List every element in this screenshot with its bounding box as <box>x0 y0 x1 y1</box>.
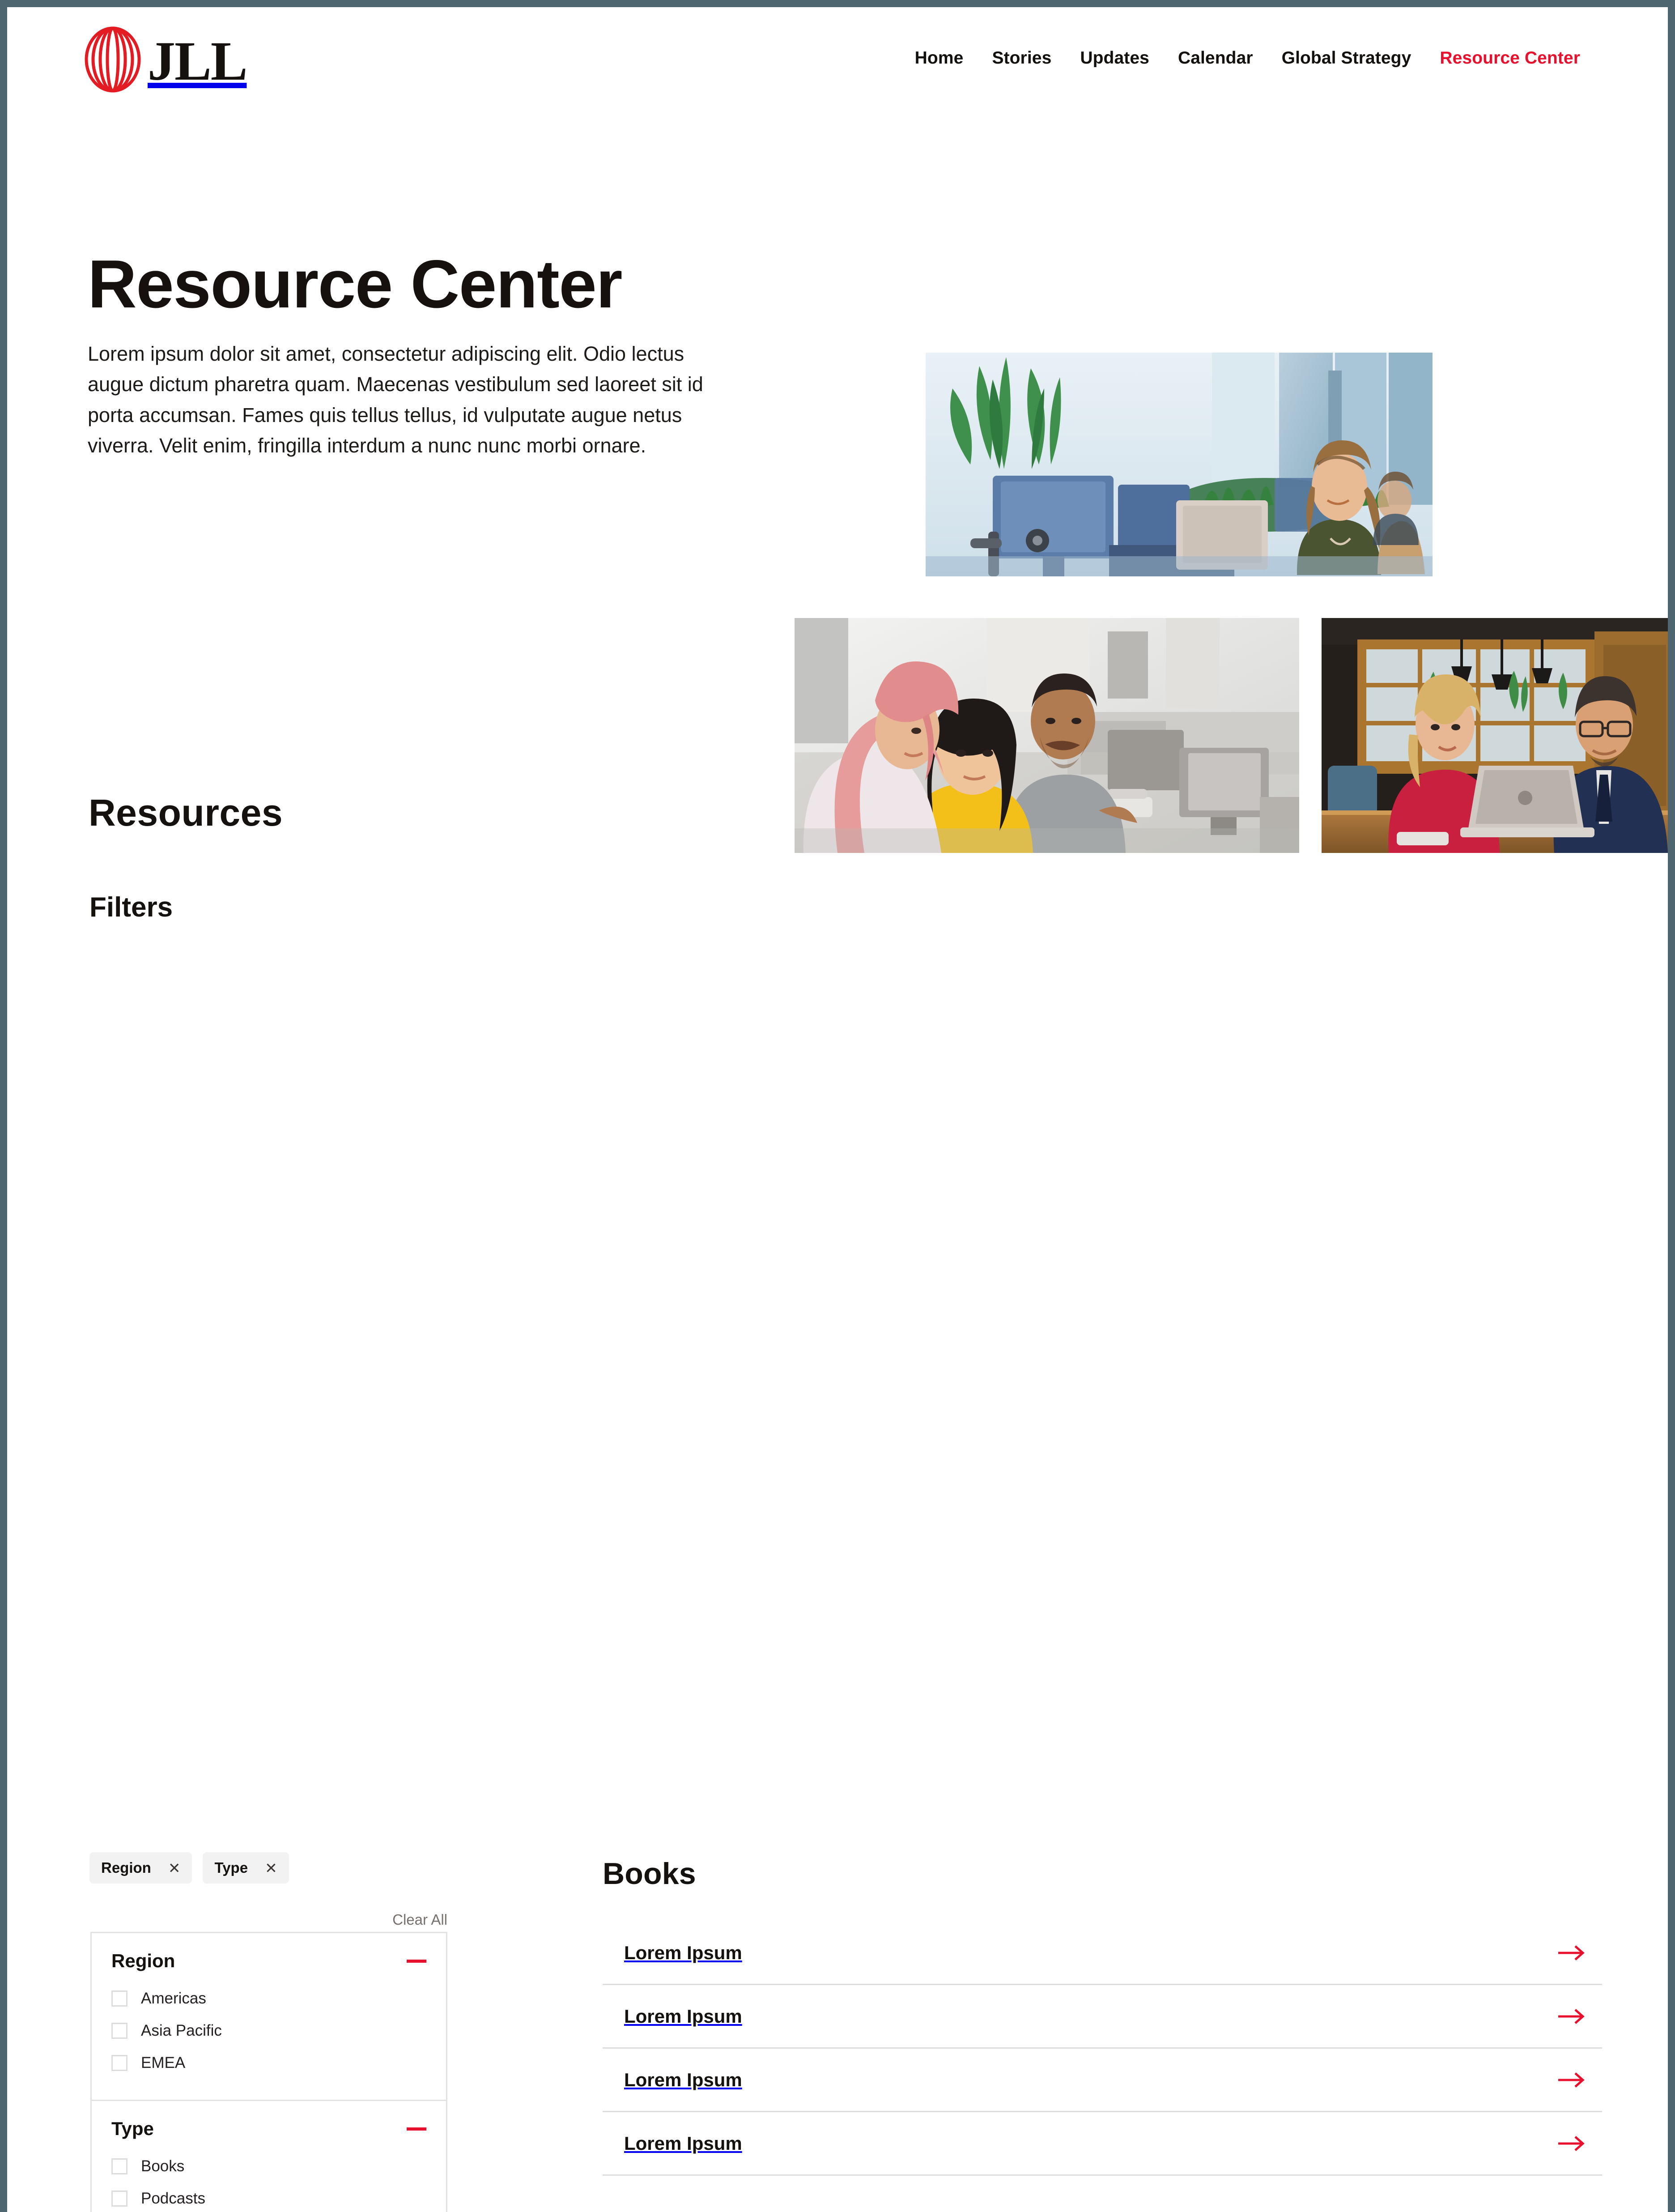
checkbox-americas[interactable] <box>111 1990 128 2007</box>
page-frame: JLL Home Stories Updates Calendar Global… <box>7 7 1668 2212</box>
site-header: JLL Home Stories Updates Calendar Global… <box>7 7 1668 115</box>
minus-icon[interactable] <box>407 1959 426 1963</box>
main-navigation: Home Stories Updates Calendar Global Str… <box>901 48 1580 68</box>
filter-option-books[interactable]: Books <box>111 2150 426 2182</box>
filters-heading: Filters <box>89 892 173 923</box>
filter-group-type: Type Books Podcasts Webinars E-Le <box>92 2100 446 2212</box>
filter-chip-region-label: Region <box>101 1859 151 1876</box>
filter-option-podcasts[interactable]: Podcasts <box>111 2182 426 2212</box>
arrow-right-icon <box>1558 2072 1585 2088</box>
filter-group-region-title: Region <box>111 1950 175 1971</box>
results-column: Books Lorem Ipsum Lorem Ipsum Lorem Ipsu… <box>603 1856 1602 2212</box>
clear-all-button[interactable]: Clear All <box>7 1911 447 1928</box>
active-filter-chips: Region ✕ Type ✕ <box>89 1852 289 1884</box>
result-row[interactable]: Lorem Ipsum <box>603 1922 1602 1985</box>
hero-section: Resource Center Lorem ipsum dolor sit am… <box>7 115 1668 853</box>
filter-chip-type-label: Type <box>214 1859 248 1876</box>
filter-chip-region[interactable]: Region ✕ <box>89 1852 192 1884</box>
result-title: Lorem Ipsum <box>624 2132 742 2154</box>
resources-heading: Resources <box>89 792 283 834</box>
arrow-right-icon <box>1558 1945 1585 1961</box>
checkbox-asia-pacific[interactable] <box>111 2023 128 2039</box>
filter-option-emea-label: EMEA <box>141 2054 186 2071</box>
nav-item-stories[interactable]: Stories <box>978 48 1066 68</box>
filter-option-americas-label: Americas <box>141 1990 206 2007</box>
results-group-books: Books Lorem Ipsum Lorem Ipsum Lorem Ipsu… <box>603 1856 1602 2176</box>
nav-item-updates[interactable]: Updates <box>1066 48 1164 68</box>
close-icon[interactable]: ✕ <box>265 1861 277 1875</box>
checkbox-books[interactable] <box>111 2158 128 2174</box>
filter-option-books-label: Books <box>141 2157 185 2175</box>
filter-group-region: Region Americas Asia Pacific EMEA <box>92 1933 446 2100</box>
jll-sphere-logo-icon <box>85 26 141 93</box>
checkbox-emea[interactable] <box>111 2055 128 2071</box>
nav-item-global-strategy[interactable]: Global Strategy <box>1267 48 1426 68</box>
filter-group-region-header[interactable]: Region <box>111 1950 426 1972</box>
filter-option-americas[interactable]: Americas <box>111 1982 426 2015</box>
filter-group-type-header[interactable]: Type <box>111 2118 426 2140</box>
filter-panel: Region Americas Asia Pacific EMEA Type B… <box>90 1932 447 2212</box>
arrow-right-icon <box>1558 2135 1585 2151</box>
filter-group-type-title: Type <box>111 2118 154 2139</box>
checkbox-podcasts[interactable] <box>111 2191 128 2207</box>
result-title: Lorem Ipsum <box>624 2005 742 2027</box>
arrow-right-icon <box>1558 2008 1585 2024</box>
result-title: Lorem Ipsum <box>624 1942 742 1963</box>
nav-item-calendar[interactable]: Calendar <box>1164 48 1267 68</box>
resources-section: Resources Filters Region ✕ Type ✕ Clear … <box>7 792 1668 2212</box>
filter-option-emea[interactable]: EMEA <box>111 2047 426 2079</box>
result-row[interactable]: Lorem Ipsum <box>603 2112 1602 2176</box>
minus-icon[interactable] <box>407 2127 426 2131</box>
filter-chip-type[interactable]: Type ✕ <box>203 1852 289 1884</box>
close-icon[interactable]: ✕ <box>168 1861 181 1875</box>
filter-option-podcasts-label: Podcasts <box>141 2190 205 2207</box>
hero-image-collage <box>7 115 1668 853</box>
result-row[interactable]: Lorem Ipsum <box>603 2049 1602 2112</box>
hero-photo-open-office-woman-smiling <box>926 353 1433 576</box>
jll-logo-wordmark: JLL <box>148 30 247 92</box>
nav-item-home[interactable]: Home <box>901 48 978 68</box>
results-group-books-title: Books <box>603 1857 696 1891</box>
result-row[interactable]: Lorem Ipsum <box>603 1985 1602 2049</box>
result-title: Lorem Ipsum <box>624 2069 742 2090</box>
jll-logo[interactable]: JLL <box>84 26 247 93</box>
filter-option-asia-pacific-label: Asia Pacific <box>141 2022 222 2039</box>
filter-option-asia-pacific[interactable]: Asia Pacific <box>111 2015 426 2047</box>
nav-item-resource-center[interactable]: Resource Center <box>1425 48 1580 68</box>
